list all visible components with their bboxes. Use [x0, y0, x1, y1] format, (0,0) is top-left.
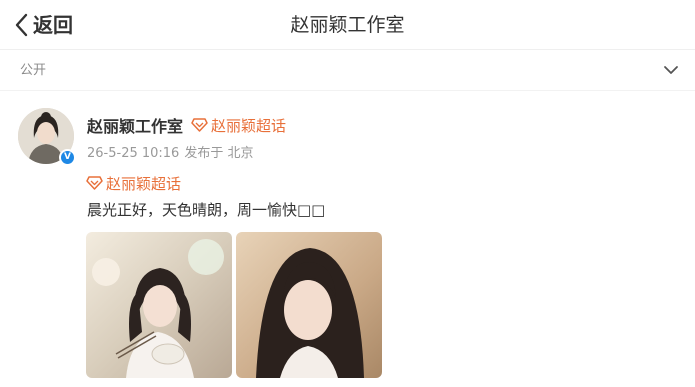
content-supertopic-link[interactable]: 赵丽颖超话	[86, 172, 181, 194]
post-time: 26-5-25 10:16	[87, 146, 180, 161]
supertopic-link[interactable]: 赵丽颖超话	[191, 115, 286, 136]
photo-image	[86, 232, 232, 378]
content-supertopic-label: 赵丽颖超话	[106, 174, 182, 193]
supertopic-diamond-icon	[86, 176, 103, 190]
photo-image	[236, 232, 382, 378]
post-photo-2[interactable]	[236, 232, 382, 378]
top-navigation-bar: 返回 赵丽颖工作室	[0, 0, 695, 50]
supertopic-label: 赵丽颖超话	[211, 116, 287, 135]
post-card: V 赵丽颖工作室 赵丽颖超话 26-5-25 10:16 发布于 北京 赵丽颖超话…	[0, 92, 695, 387]
post-location: 发布于 北京	[184, 146, 254, 161]
page-title: 赵丽颖工作室	[290, 14, 405, 36]
post-photo-1[interactable]	[86, 232, 232, 378]
author-row: 赵丽颖工作室 赵丽颖超话	[87, 113, 286, 137]
chevron-down-icon[interactable]	[663, 64, 679, 76]
visibility-label: 公开	[20, 63, 47, 78]
verified-icon: V	[59, 149, 76, 166]
post-meta: 26-5-25 10:16 发布于 北京	[87, 142, 253, 161]
author-name[interactable]: 赵丽颖工作室	[87, 113, 183, 137]
post-text: 晨光正好，天色晴朗，周一愉快□□	[87, 201, 326, 219]
supertopic-diamond-icon	[191, 118, 208, 132]
visibility-selector[interactable]: 公开	[0, 51, 695, 91]
